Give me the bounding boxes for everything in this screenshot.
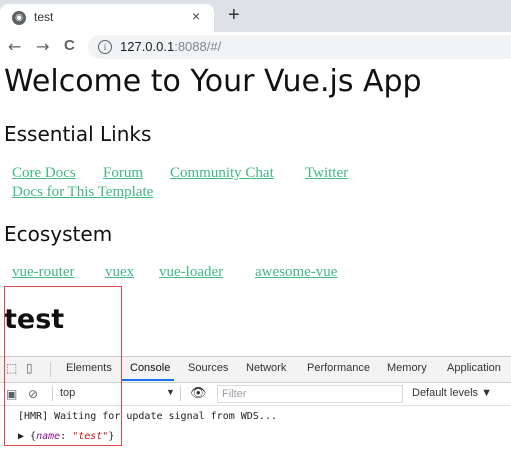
link-vue-loader[interactable]: vue-loader [159, 264, 223, 281]
new-tab-button[interactable]: + [228, 4, 240, 26]
link-vue-router[interactable]: vue-router [12, 264, 74, 281]
context-select[interactable]: top [60, 387, 75, 399]
expand-arrow-icon[interactable]: ▶ { [18, 431, 36, 442]
link-core-docs[interactable]: Core Docs [12, 165, 76, 182]
link-docs-template[interactable]: Docs for This Template [12, 184, 153, 201]
object-separator: : [60, 431, 73, 442]
console-message-hmr: [HMR] Waiting for update signal from WDS… [18, 411, 277, 422]
reload-icon[interactable]: C [64, 37, 75, 54]
devtools-divider [50, 362, 51, 377]
back-icon[interactable]: ← [8, 37, 21, 56]
tab-elements[interactable]: Elements [66, 362, 112, 374]
forward-icon[interactable]: → [36, 37, 49, 56]
inspect-element-icon[interactable]: ⬚ [6, 362, 18, 374]
component-heading: test [4, 304, 65, 335]
tab-title: test [34, 10, 54, 24]
log-levels-select[interactable]: Default levels ▼ [412, 387, 492, 399]
tab-sources[interactable]: Sources [188, 362, 228, 374]
browser-tab-strip: ◉ test × + [0, 0, 511, 32]
tab-network[interactable]: Network [246, 362, 286, 374]
info-icon[interactable]: i [98, 40, 112, 54]
device-toolbar-icon[interactable]: ▯ [26, 362, 38, 374]
console-toolbar: ▣ ⊘ top ▼ 👁 Filter Default levels ▼ [0, 383, 511, 406]
browser-tab[interactable]: ◉ test × [0, 4, 214, 32]
link-awesome-vue[interactable]: awesome-vue [255, 264, 337, 281]
ecosystem-heading: Ecosystem [4, 222, 113, 246]
link-community-chat[interactable]: Community Chat [170, 165, 274, 182]
object-value: "test" [72, 431, 109, 442]
active-tab-indicator [122, 379, 174, 381]
page-content: Welcome to Your Vue.js App Essential Lin… [0, 62, 511, 356]
essential-links-heading: Essential Links [4, 122, 152, 146]
console-message-object[interactable]: ▶ {name: "test"} [18, 431, 114, 442]
link-twitter[interactable]: Twitter [305, 165, 348, 182]
page-title: Welcome to Your Vue.js App [4, 64, 422, 99]
tab-memory[interactable]: Memory [387, 362, 427, 374]
globe-icon: ◉ [12, 11, 26, 25]
address-bar[interactable]: i 127.0.0.1:8088/#/ [88, 35, 511, 59]
url-path: :8088/#/ [174, 39, 222, 54]
tab-console[interactable]: Console [130, 362, 170, 374]
tab-application[interactable]: Application [447, 362, 501, 374]
url-host: 127.0.0.1 [120, 39, 175, 54]
devtools-panel: ⬚ ▯ Elements Console Sources Network Per… [0, 356, 511, 451]
console-filter-input[interactable]: Filter [217, 385, 403, 403]
tab-performance[interactable]: Performance [307, 362, 370, 374]
link-forum[interactable]: Forum [103, 165, 143, 182]
url-text[interactable]: 127.0.0.1:8088/#/ [120, 39, 221, 54]
link-vuex[interactable]: vuex [105, 264, 134, 281]
object-close: } [108, 431, 115, 442]
chevron-down-icon[interactable]: ▼ [166, 387, 175, 397]
close-icon[interactable]: × [192, 8, 200, 24]
toolbar-divider [52, 386, 53, 401]
toolbar-divider [180, 386, 181, 401]
devtools-tab-bar: ⬚ ▯ Elements Console Sources Network Per… [0, 357, 511, 383]
show-sidebar-icon[interactable]: ▣ [6, 388, 18, 400]
object-key: name [36, 431, 61, 442]
eye-icon[interactable]: 👁 [190, 385, 207, 401]
browser-toolbar: ← → C i 127.0.0.1:8088/#/ [0, 32, 511, 63]
clear-console-icon[interactable]: ⊘ [28, 388, 40, 400]
